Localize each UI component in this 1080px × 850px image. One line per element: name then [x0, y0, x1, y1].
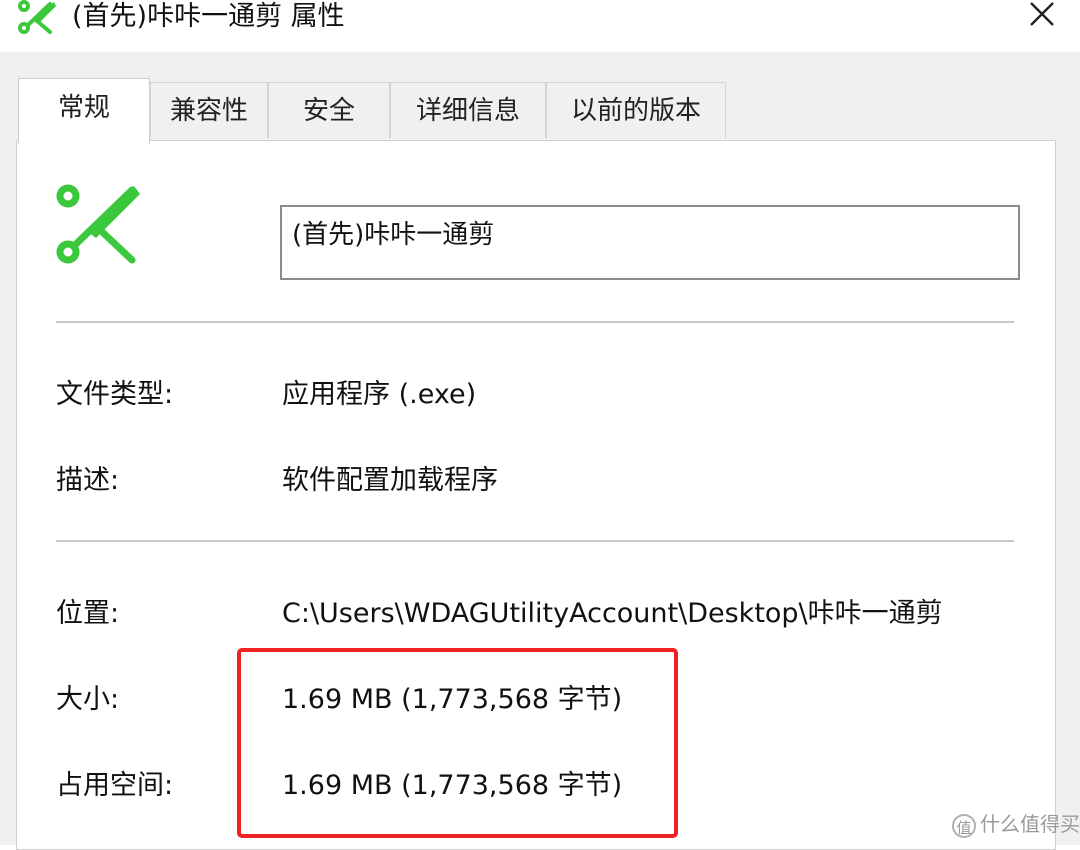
tab-previous-versions[interactable]: 以前的版本: [546, 82, 726, 138]
tab-compatibility[interactable]: 兼容性: [150, 82, 268, 138]
file-type-label: 文件类型:: [56, 379, 174, 410]
highlight-annotation: [237, 648, 678, 838]
description-value: 软件配置加载程序: [282, 465, 498, 496]
separator: [56, 540, 1014, 542]
separator: [56, 321, 1014, 323]
tab-general[interactable]: 常规: [18, 78, 150, 144]
location-label: 位置:: [56, 598, 120, 629]
watermark-logo-icon: 值: [952, 813, 976, 838]
file-type-value: 应用程序 (.exe): [282, 379, 477, 410]
tab-details[interactable]: 详细信息: [390, 82, 546, 138]
description-label: 描述:: [56, 465, 120, 496]
size-on-disk-label: 占用空间:: [56, 770, 174, 801]
tab-security[interactable]: 安全: [268, 82, 390, 138]
location-value: C:\Users\WDAGUtilityAccount\Desktop\咔咔一通…: [282, 598, 943, 629]
size-label: 大小:: [56, 684, 120, 715]
scissors-icon: [56, 184, 140, 264]
scissors-icon: [18, 0, 56, 34]
file-name-field[interactable]: (首先)咔咔一通剪: [280, 205, 1020, 280]
window-title: (首先)咔咔一通剪 属性: [72, 1, 345, 32]
close-icon: [1030, 2, 1054, 26]
watermark-text: 什么值得买: [980, 812, 1080, 836]
close-button[interactable]: [1020, 0, 1064, 30]
watermark: 值什么值得买: [952, 808, 1080, 838]
title-bar: (首先)咔咔一通剪 属性: [0, 0, 1080, 52]
